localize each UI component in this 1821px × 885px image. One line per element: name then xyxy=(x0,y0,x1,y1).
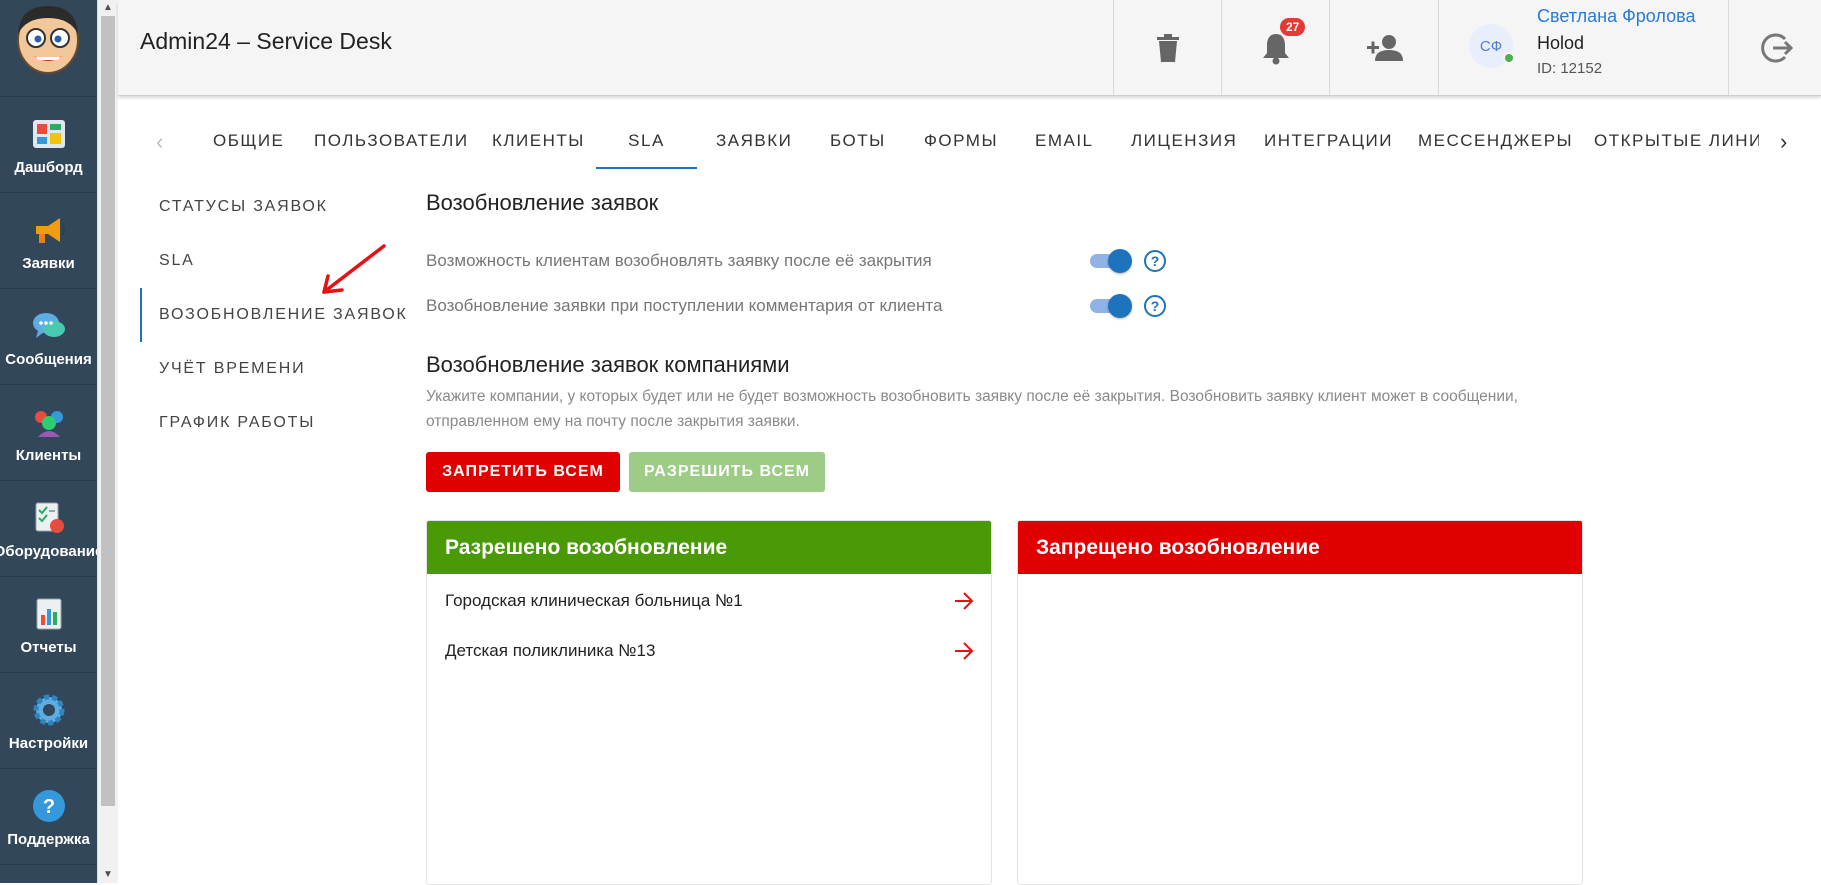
tab-license[interactable]: Лицензия xyxy=(1131,117,1237,167)
denied-panel-title: Запрещено возобновление xyxy=(1018,521,1582,574)
move-right-arrow-icon[interactable] xyxy=(953,641,975,661)
nav-item-dashboard[interactable]: Дашборд xyxy=(0,97,97,193)
side-item-ticket-reopening[interactable]: Возобновление заявок xyxy=(140,288,406,342)
help-icon: ? xyxy=(32,790,65,822)
company-name: Городская клиническая больница №1 xyxy=(445,591,743,610)
nav-item-clients[interactable]: Клиенты xyxy=(0,385,97,481)
tab-integrations[interactable]: Интеграции xyxy=(1264,117,1393,167)
notifications-badge: 27 xyxy=(1280,18,1306,36)
scrollbar[interactable]: ▲ ▼ xyxy=(97,0,118,883)
megaphone-icon xyxy=(35,218,65,243)
app-title: Admin24 – Service Desk xyxy=(140,28,392,54)
tab-general[interactable]: Общие xyxy=(213,117,284,167)
trash-icon xyxy=(1157,33,1179,62)
nav-item-reports[interactable]: Отчеты xyxy=(0,577,97,673)
chat-icon xyxy=(32,313,65,338)
user-id: ID: 12152 xyxy=(1537,60,1603,77)
trash-button[interactable] xyxy=(1113,0,1222,95)
section-title: Возобновление заявок xyxy=(426,190,659,215)
user-name[interactable]: Светлана Фролова xyxy=(1537,6,1695,27)
equipment-icon xyxy=(35,502,64,533)
nav-item-label: Поддержка xyxy=(7,831,90,848)
top-header: Admin24 – Service Desk 27 СФ Светлана Фр… xyxy=(118,0,1821,96)
user-profile[interactable]: СФ Светлана Фролова Holod ID: 12152 xyxy=(1438,0,1729,95)
help-icon[interactable]: ? xyxy=(1144,250,1166,272)
nav-item-messages[interactable]: Сообщения xyxy=(0,289,97,385)
nav-item-label: Заявки xyxy=(22,255,75,272)
nav-item-label: Оборудование xyxy=(0,543,104,560)
nav-item-tickets[interactable]: Заявки xyxy=(0,193,97,289)
companies-section-title: Возобновление заявок компаниями xyxy=(426,352,790,377)
scrollbar-thumb[interactable] xyxy=(101,16,115,806)
dashboard-icon xyxy=(32,120,65,148)
settings-tabs: ‹ Общие Пользователи Клиенты SLA Заявки … xyxy=(118,117,1821,169)
scroll-down-arrow-icon[interactable]: ▼ xyxy=(102,869,114,881)
gear-icon xyxy=(33,694,64,726)
move-right-arrow-icon[interactable] xyxy=(953,591,975,611)
tab-clients[interactable]: Клиенты xyxy=(492,117,585,167)
nav-item-label: Отчеты xyxy=(20,639,77,656)
denied-panel: Запрещено возобновление xyxy=(1017,520,1583,885)
tabs-scroll-right-icon[interactable]: › xyxy=(1780,129,1787,155)
option-label: Возможность клиентам возобновлять заявку… xyxy=(426,251,932,270)
avatar-logo-icon xyxy=(17,6,79,74)
tab-sla[interactable]: SLA xyxy=(596,117,697,169)
nav-item-support[interactable]: ? Поддержка xyxy=(0,769,97,865)
nav-item-label: Дашборд xyxy=(14,159,83,176)
allow-all-button[interactable]: Разрешить всем xyxy=(629,452,825,492)
nav-item-equipment[interactable]: Оборудование xyxy=(0,481,103,577)
companies-description: Укажите компании, у которых будет или не… xyxy=(426,388,1518,430)
add-user-icon xyxy=(1366,34,1403,61)
annotation-arrow-icon xyxy=(322,244,386,294)
scroll-up-arrow-icon[interactable]: ▲ xyxy=(102,2,114,14)
nav-item-label: Клиенты xyxy=(15,447,82,464)
tab-bots[interactable]: Боты xyxy=(830,117,886,167)
nav-item-label: Сообщения xyxy=(5,351,92,368)
notifications-button[interactable]: 27 xyxy=(1221,0,1330,95)
add-user-button[interactable] xyxy=(1329,0,1439,95)
side-item-work-schedule[interactable]: График работы xyxy=(140,396,400,450)
allowed-panel: Разрешено возобновление Городская клинич… xyxy=(426,520,992,885)
nav-rail: Дашборд Заявки Сообщения Клиенты Оборудо… xyxy=(0,0,103,883)
reopen-on-comment-toggle[interactable] xyxy=(1088,293,1132,318)
company-name: Детская поликлиника №13 xyxy=(445,641,656,660)
deny-all-button[interactable]: Запретить всем xyxy=(426,452,620,492)
allowed-panel-title: Разрешено возобновление xyxy=(427,521,991,574)
logout-icon xyxy=(1760,33,1793,62)
option-label: Возобновление заявки при поступлении ком… xyxy=(426,296,943,315)
side-item-time-tracking[interactable]: Учёт времени xyxy=(140,342,400,396)
tab-messengers[interactable]: Мессенджеры xyxy=(1418,117,1573,167)
list-item: Детская поликлиника №13 xyxy=(427,626,991,676)
reports-icon xyxy=(36,598,61,630)
tabs-scroll-left-icon[interactable]: ‹ xyxy=(156,129,163,155)
user-organization: Holod xyxy=(1537,33,1585,53)
help-icon[interactable]: ? xyxy=(1144,295,1166,317)
list-item: Городская клиническая больница №1 xyxy=(427,576,991,626)
nav-item-settings[interactable]: Настройки xyxy=(0,673,97,769)
online-status-dot xyxy=(1503,52,1515,64)
tab-users[interactable]: Пользователи xyxy=(314,117,469,167)
svg-text:?: ? xyxy=(42,796,54,818)
tab-open-lines[interactable]: Открытые линии xyxy=(1594,117,1759,167)
reopen-after-close-toggle[interactable] xyxy=(1088,248,1132,273)
tab-tickets[interactable]: Заявки xyxy=(716,117,792,167)
tab-forms[interactable]: Формы xyxy=(924,117,998,167)
tab-email[interactable]: Email xyxy=(1035,117,1094,167)
clients-icon xyxy=(34,411,63,437)
nav-item-label: Настройки xyxy=(8,735,89,752)
logout-button[interactable] xyxy=(1728,0,1821,95)
logo[interactable] xyxy=(0,0,97,97)
side-item-ticket-statuses[interactable]: Статусы заявок xyxy=(140,180,400,234)
